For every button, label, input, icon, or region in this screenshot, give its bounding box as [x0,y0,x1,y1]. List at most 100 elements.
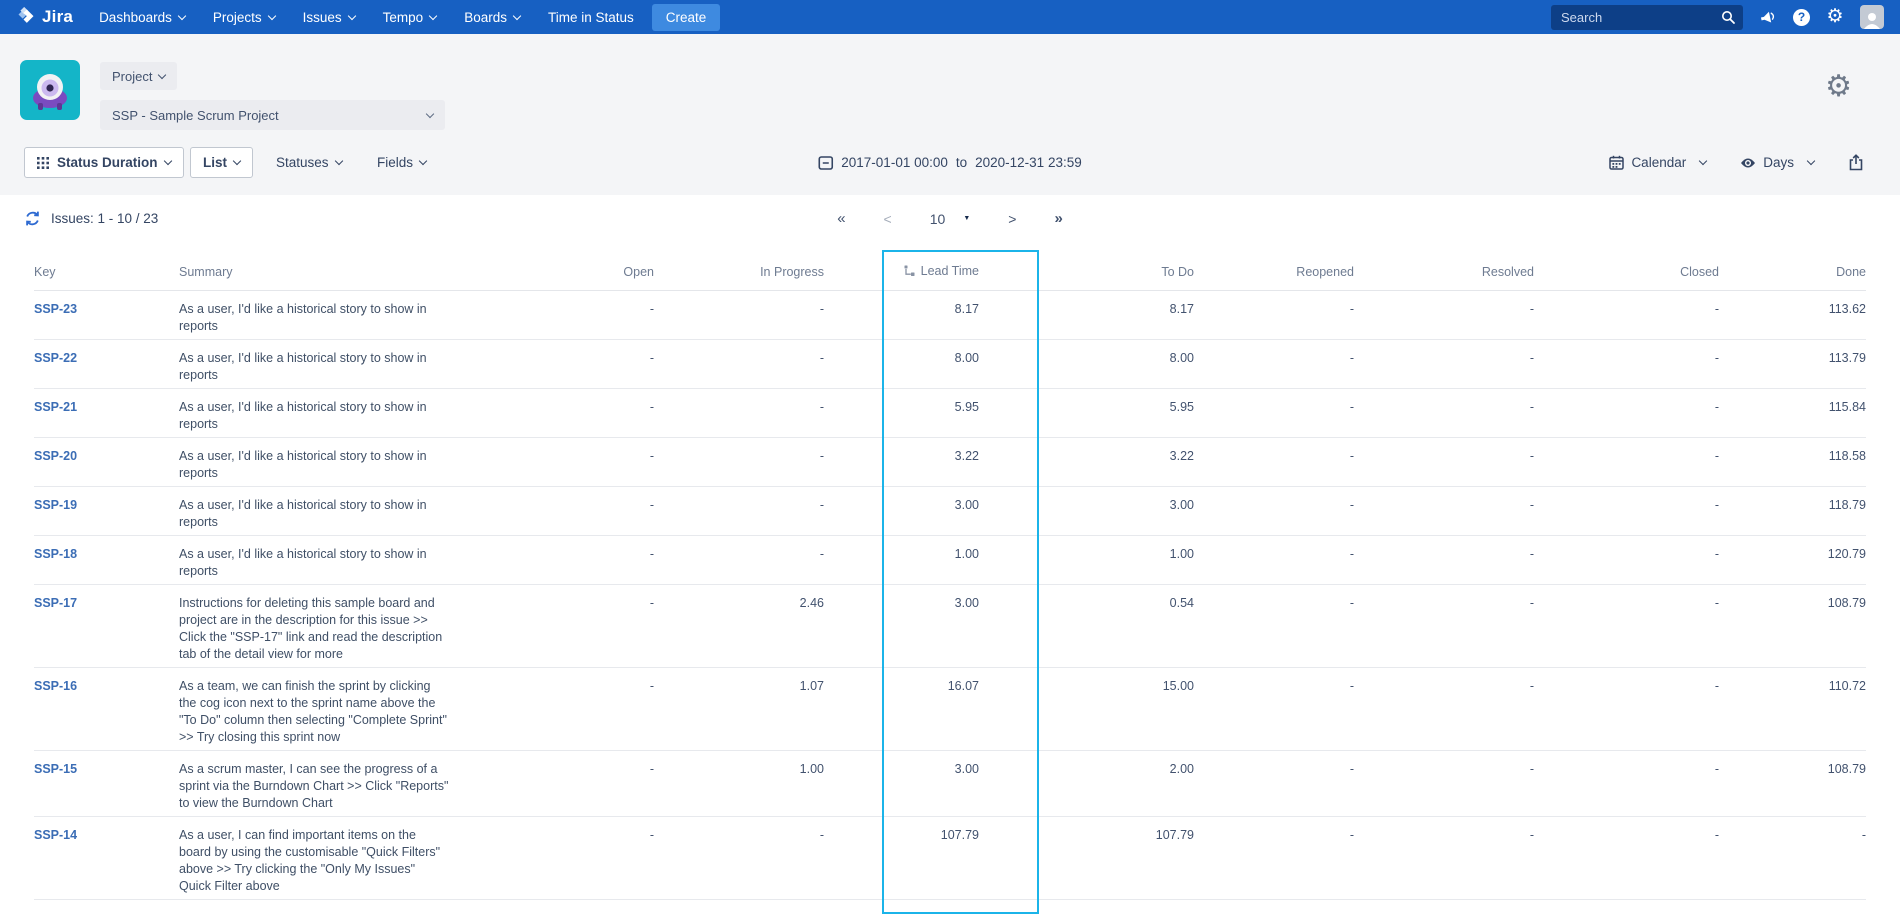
project-select[interactable]: SSP - Sample Scrum Project [100,100,445,130]
issue-key-link[interactable]: SSP-21 [34,400,77,414]
issue-key-link[interactable]: SSP-17 [34,596,77,610]
to-do-cell: 0.54 [1039,585,1254,668]
project-scope-button[interactable]: Project [100,62,177,90]
summary-cell: As a user, I'd like a historical story t… [179,536,469,585]
table-row: SSP-19As a user, I'd like a historical s… [34,487,1866,536]
resolved-cell: - [1414,668,1594,751]
table-row: SSP-22As a user, I'd like a historical s… [34,340,1866,389]
date-range-picker[interactable]: 2017-01-01 00:00 to 2020-12-31 23:59 [818,147,1081,178]
caret-down-icon: ▼ [963,215,970,222]
toolbar-right: Calendar Days [1609,147,1864,178]
nav-menu: Dashboards Projects Issues Tempo Boards … [99,10,634,25]
resolved-cell: - [1414,389,1594,438]
status-duration-dropdown[interactable]: Status Duration [24,147,184,178]
resolved-cell: - [1414,438,1594,487]
table-header-row: Key Summary Open In Progress Lead Time T… [34,250,1866,291]
calendar-range-icon [818,155,833,170]
to-do-cell: 1.00 [1039,536,1254,585]
calendar-type-dropdown[interactable]: Calendar [1609,155,1706,170]
fields-dropdown[interactable]: Fields [377,147,426,178]
settings-gear-icon[interactable]: ⚙ [1825,7,1845,27]
reopened-cell: - [1254,751,1414,817]
project-avatar[interactable] [20,60,80,120]
issue-key-cell: SSP-18 [34,536,179,585]
page-size-select[interactable]: 10 ▼ [930,211,971,227]
column-header-resolved[interactable]: Resolved [1414,250,1594,291]
statuses-dropdown[interactable]: Statuses [276,147,342,178]
issue-key-link[interactable]: SSP-20 [34,449,77,463]
create-button[interactable]: Create [652,4,721,31]
nav-tempo[interactable]: Tempo [383,10,437,25]
issue-key-cell: SSP-16 [34,668,179,751]
jira-logo[interactable]: Jira [16,7,73,27]
open-cell: - [469,536,714,585]
nav-time-in-status[interactable]: Time in Status [548,10,634,25]
issue-key-cell: SSP-14 [34,817,179,900]
reopened-cell: - [1254,817,1414,900]
in-progress-cell: - [714,438,884,487]
column-header-reopened[interactable]: Reopened [1254,250,1414,291]
closed-cell: - [1594,487,1779,536]
summary-cell: Instructions for deleting this sample bo… [179,585,469,668]
issue-key-cell: SSP-21 [34,389,179,438]
sort-icon [904,265,915,277]
export-icon[interactable] [1848,154,1864,171]
time-unit-dropdown[interactable]: Days [1740,155,1814,170]
pagination-last-button[interactable]: » [1054,210,1062,227]
column-header-done[interactable]: Done [1779,250,1866,291]
resolved-cell: - [1414,585,1594,668]
nav-boards[interactable]: Boards [464,10,520,25]
report-settings-gear-icon[interactable]: ⚙ [1825,72,1852,102]
column-header-lead-time[interactable]: Lead Time [884,250,1039,291]
issue-key-link[interactable]: SSP-14 [34,828,77,842]
pagination-prev-button[interactable]: < [884,211,892,227]
issue-key-link[interactable]: SSP-18 [34,547,77,561]
column-header-closed[interactable]: Closed [1594,250,1779,291]
chevron-down-icon [513,11,521,19]
search-icon[interactable] [1720,9,1736,25]
column-header-in-progress[interactable]: In Progress [714,250,884,291]
view-list-dropdown[interactable]: List [190,147,253,178]
column-header-open[interactable]: Open [469,250,714,291]
done-cell: 118.58 [1779,438,1866,487]
nav-projects[interactable]: Projects [213,10,275,25]
lead-time-cell: 1.00 [884,536,1039,585]
nav-dashboards[interactable]: Dashboards [99,10,185,25]
open-cell: - [469,389,714,438]
column-header-summary[interactable]: Summary [179,250,469,291]
issue-key-link[interactable]: SSP-22 [34,351,77,365]
issue-key-link[interactable]: SSP-16 [34,679,77,693]
refresh-icon[interactable] [24,210,41,227]
help-icon[interactable]: ? [1793,9,1810,26]
lead-time-cell: 3.00 [884,751,1039,817]
to-do-cell: 3.22 [1039,438,1254,487]
eye-icon [1740,157,1756,169]
lead-time-cell: 8.00 [884,340,1039,389]
pagination-next-button[interactable]: > [1008,211,1016,227]
issue-key-link[interactable]: SSP-23 [34,302,77,316]
pagination-first-button[interactable]: « [837,210,845,227]
summary-cell: As a user, I'd like a historical story t… [179,389,469,438]
closed-cell: - [1594,751,1779,817]
table-row: SSP-17 Instructions for deleting this sam… [34,585,1866,668]
resolved-cell: - [1414,536,1594,585]
resolved-cell: - [1414,817,1594,900]
resolved-cell: - [1414,487,1594,536]
column-header-to-do[interactable]: To Do [1039,250,1254,291]
column-header-key[interactable]: Key [34,250,179,291]
open-cell: - [469,291,714,340]
user-avatar[interactable] [1860,5,1884,29]
open-cell: - [469,340,714,389]
chevron-down-icon [347,11,355,19]
issues-count-label: Issues: 1 - 10 / 23 [51,211,158,226]
in-progress-cell: - [714,291,884,340]
announcements-icon[interactable] [1758,7,1778,27]
nav-issues[interactable]: Issues [303,10,355,25]
date-join: to [956,155,967,170]
reopened-cell: - [1254,438,1414,487]
issue-key-link[interactable]: SSP-15 [34,762,77,776]
done-cell: 120.79 [1779,536,1866,585]
issue-key-link[interactable]: SSP-19 [34,498,77,512]
to-do-cell: 15.00 [1039,668,1254,751]
search-input[interactable] [1551,5,1743,30]
